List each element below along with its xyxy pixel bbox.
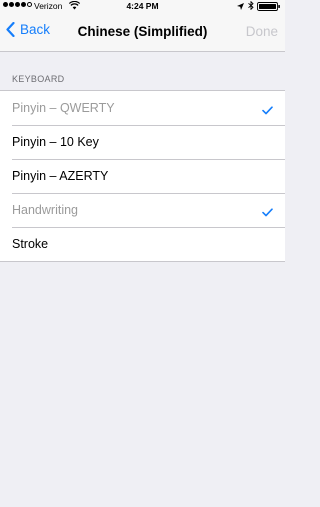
list-item-pinyin-qwerty[interactable]: Pinyin – QWERTY (0, 91, 285, 125)
list-item-label: Pinyin – AZERTY (12, 169, 109, 183)
list-item-pinyin-10-key[interactable]: Pinyin – 10 Key (0, 125, 285, 159)
list-item-pinyin-azerty[interactable]: Pinyin – AZERTY (0, 159, 285, 193)
list-item-handwriting[interactable]: Handwriting (0, 193, 285, 227)
keyboard-list: Pinyin – QWERTY Pinyin – 10 Key Pinyin –… (0, 90, 285, 262)
list-item-stroke[interactable]: Stroke (0, 227, 285, 261)
list-item-label: Pinyin – QWERTY (12, 101, 115, 115)
section-header-keyboard: KEYBOARD (12, 74, 65, 84)
checkmark-icon (262, 102, 273, 120)
done-button[interactable]: Done (246, 24, 278, 39)
list-item-label: Handwriting (12, 203, 79, 217)
navigation-bar: Back Chinese (Simplified) Done (0, 12, 285, 52)
location-arrow-icon (237, 2, 244, 12)
list-item-label: Pinyin – 10 Key (12, 135, 99, 149)
page-title: Chinese (Simplified) (77, 24, 208, 39)
bluetooth-icon (248, 0, 254, 12)
list-item-label: Stroke (12, 237, 49, 251)
status-bar: Verizon 4:24 PM (0, 0, 285, 12)
checkmark-icon (262, 204, 273, 222)
